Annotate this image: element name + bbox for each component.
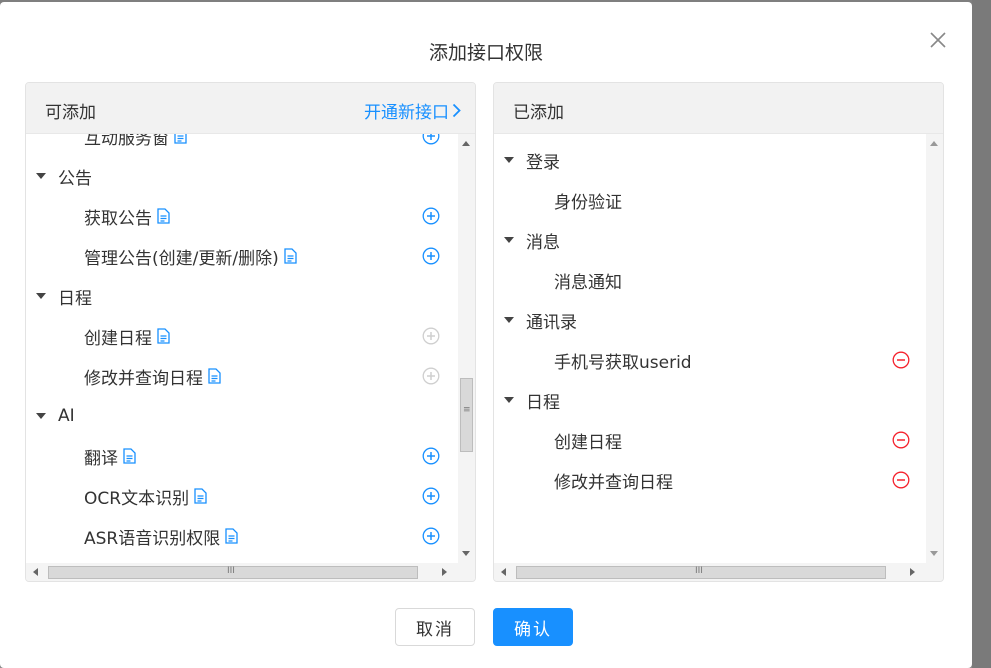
tree-item-label: 登录 [526,152,560,173]
horizontal-scroll-thumb[interactable]: III [48,566,418,579]
confirm-button[interactable]: 确认 [493,608,573,646]
tree-item-label: 互动服务窗 [84,134,169,149]
document-icon[interactable] [208,368,221,384]
tree-item-label: AI [58,406,75,426]
caret-down-icon[interactable] [504,237,514,243]
scroll-right-icon[interactable] [442,568,447,576]
tree-item[interactable]: 管理公告(创建/更新/删除) [26,236,475,276]
tree-item-label: 通讯录 [526,312,577,333]
added-vertical-scrollbar[interactable] [926,134,943,563]
available-tree[interactable]: 互动服务窗公告获取公告管理公告(创建/更新/删除) 日程创建日程修改并查询日程 AI… [26,134,475,563]
available-panel-header: 可添加 开通新接口 [26,83,475,134]
tree-item[interactable]: OCR文本识别 [26,476,475,516]
tree-item-label: 获取公告 [84,208,152,229]
scroll-up-icon[interactable] [462,141,470,146]
tree-item-label: 日程 [58,288,92,309]
cancel-button[interactable]: 取消 [395,608,475,646]
tree-item[interactable]: 获取公告 [26,196,475,236]
add-circle-icon[interactable] [422,207,440,230]
tree-item[interactable]: 修改并查询日程 [26,356,475,396]
caret-down-icon[interactable] [504,397,514,403]
tree-item[interactable]: 消息通知 [494,260,943,300]
tree-item-label: 修改并查询日程 [554,472,673,493]
document-icon[interactable] [174,134,187,144]
added-panel: 已添加 登录身份验证消息消息通知通讯录手机号获取userid 日程创建日程修改并查… [493,82,944,582]
document-icon[interactable] [123,448,136,464]
add-circle-icon[interactable] [422,134,440,150]
chevron-right-icon [452,103,461,118]
available-vertical-scrollbar[interactable]: ≡ [458,134,475,563]
tree-item-label: 修改并查询日程 [84,368,203,389]
tree-item-label: 身份验证 [554,192,622,213]
tree-item[interactable]: 互动服务窗 [26,134,475,156]
available-panel: 可添加 开通新接口 互动服务窗公告获取公告管理公告(创建/更新/删除) 日程创建日… [25,82,476,582]
caret-down-icon[interactable] [36,293,46,299]
tree-item-label: 日程 [526,392,560,413]
tree-item[interactable]: 创建日程 [494,420,943,460]
added-panel-title: 已添加 [513,103,564,123]
added-tree[interactable]: 登录身份验证消息消息通知通讯录手机号获取userid 日程创建日程修改并查询日程 [494,134,943,563]
add-circle-icon[interactable] [422,527,440,550]
horizontal-scroll-thumb[interactable]: III [516,566,886,579]
dialog-title: 添加接口权限 [428,42,543,64]
tree-item-label: 消息 [526,232,560,253]
remove-circle-icon[interactable] [892,471,910,494]
tree-item-label: 消息通知 [554,272,622,293]
tree-item-label: 创建日程 [84,328,152,349]
remove-circle-icon[interactable] [892,431,910,454]
tree-group[interactable]: 通讯录 [494,300,943,340]
scroll-down-icon[interactable] [462,551,470,556]
open-new-api-link[interactable]: 开通新接口 [364,98,461,123]
tree-item-label: 手机号获取userid [554,352,692,373]
document-icon[interactable] [194,488,207,504]
add-circle-icon[interactable] [422,247,440,270]
tree-item[interactable]: 身份验证 [494,180,943,220]
tree-group[interactable]: AI [26,396,475,436]
scroll-right-icon[interactable] [910,568,915,576]
tree-item-label: 公告 [58,168,92,189]
remove-circle-icon[interactable] [892,351,910,374]
document-icon[interactable] [157,328,170,344]
available-panel-title: 可添加 [45,103,96,123]
add-api-permission-dialog: 添加接口权限 可添加 开通新接口 互动服务窗公告获取公告管理公告(创建/更新/删… [0,2,972,668]
caret-down-icon[interactable] [36,173,46,179]
tree-item[interactable]: 翻译 [26,436,475,476]
tree-group[interactable]: 公告 [26,156,475,196]
tree-item[interactable]: ASR语音识别权限 [26,516,475,556]
tree-item-label: OCR文本识别 [84,488,190,509]
tree-item[interactable]: 修改并查询日程 [494,460,943,500]
scroll-up-icon[interactable] [930,141,938,146]
tree-item-label: 创建日程 [554,432,622,453]
tree-group[interactable]: 日程 [494,380,943,420]
close-icon[interactable] [928,30,948,50]
add-circle-icon[interactable] [422,487,440,510]
added-panel-header: 已添加 [494,83,943,134]
tree-item[interactable]: 手机号获取userid [494,340,943,380]
tree-item-label: ASR语音识别权限 [84,528,221,549]
vertical-scroll-thumb[interactable]: ≡ [460,378,473,452]
document-icon[interactable] [284,248,297,264]
tree-item[interactable]: 创建日程 [26,316,475,356]
open-new-api-label: 开通新接口 [364,103,449,123]
caret-down-icon[interactable] [504,317,514,323]
scroll-down-icon[interactable] [930,551,938,556]
caret-down-icon[interactable] [36,413,46,419]
tree-item-label: 翻译 [84,448,118,469]
add-circle-icon[interactable] [422,447,440,470]
document-icon[interactable] [157,208,170,224]
tree-group[interactable]: 日程 [26,276,475,316]
add-circle-icon [422,327,440,350]
caret-down-icon[interactable] [504,157,514,163]
scroll-left-icon[interactable] [33,568,38,576]
tree-group[interactable]: 消息 [494,220,943,260]
added-horizontal-scrollbar[interactable]: III [494,563,943,581]
available-horizontal-scrollbar[interactable]: III [26,563,475,581]
scroll-left-icon[interactable] [501,568,506,576]
document-icon[interactable] [225,528,238,544]
tree-item-label: 管理公告(创建/更新/删除) [84,248,279,269]
add-circle-icon [422,367,440,390]
tree-group[interactable]: 登录 [494,140,943,180]
